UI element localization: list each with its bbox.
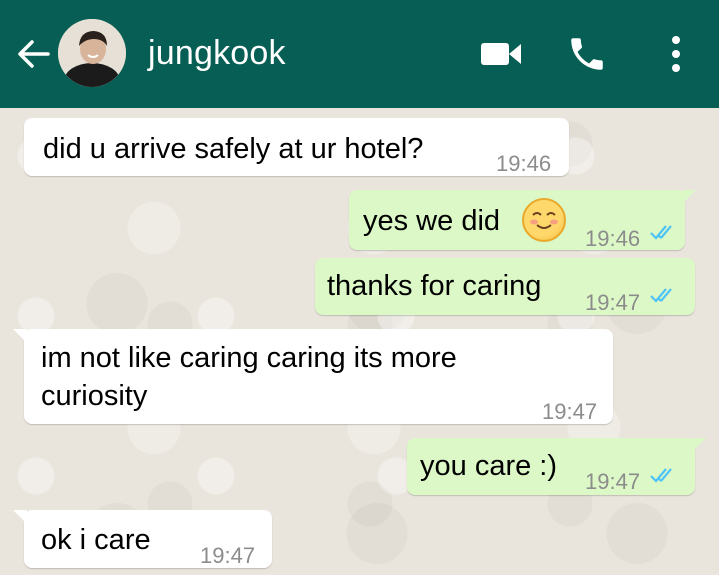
contact-avatar-icon [58,19,126,87]
message-text: yes we did [363,205,501,237]
message-time: 19:47 [585,469,641,494]
message-time: 19:47 [585,290,641,315]
video-call-icon[interactable] [480,38,522,70]
arrow-left-icon[interactable] [14,34,54,74]
message-bubble-outgoing[interactable]: you care :) 19:47 [407,438,706,495]
message-time: 19:46 [585,226,641,251]
message-bubble-outgoing[interactable]: yes we did 19:46 [349,190,696,251]
avatar[interactable] [58,19,126,87]
read-receipt-icon [650,468,672,483]
message-text: you care :) [420,450,557,482]
message-bubble-incoming[interactable]: did u arrive safely at ur hotel? 19:46 [24,118,569,176]
message-time: 19:47 [200,543,256,568]
message-text-line: im not like caring caring its more [41,342,457,374]
read-receipt-icon [650,288,672,303]
contact-name[interactable]: jungkook [148,34,286,73]
read-receipt-icon [650,225,672,240]
chat-header: jungkook [0,0,719,108]
message-time: 19:47 [542,399,598,424]
message-text: ok i care [41,524,151,556]
message-text-line: curiosity [41,380,148,412]
message-text: thanks for caring [327,270,542,302]
phone-icon[interactable] [566,33,608,75]
emoji-face-icon [530,212,558,229]
message-text: did u arrive safely at ur hotel? [43,133,424,165]
message-time: 19:46 [496,151,552,176]
message-bubble-incoming[interactable]: ok i care 19:47 [13,510,272,568]
message-bubble-incoming[interactable]: im not like caring caring its more curio… [13,329,613,424]
more-vertical-icon[interactable] [664,33,688,75]
smiling-blush-emoji-icon [522,198,566,242]
message-bubble-outgoing[interactable]: thanks for caring 19:47 [315,258,695,315]
